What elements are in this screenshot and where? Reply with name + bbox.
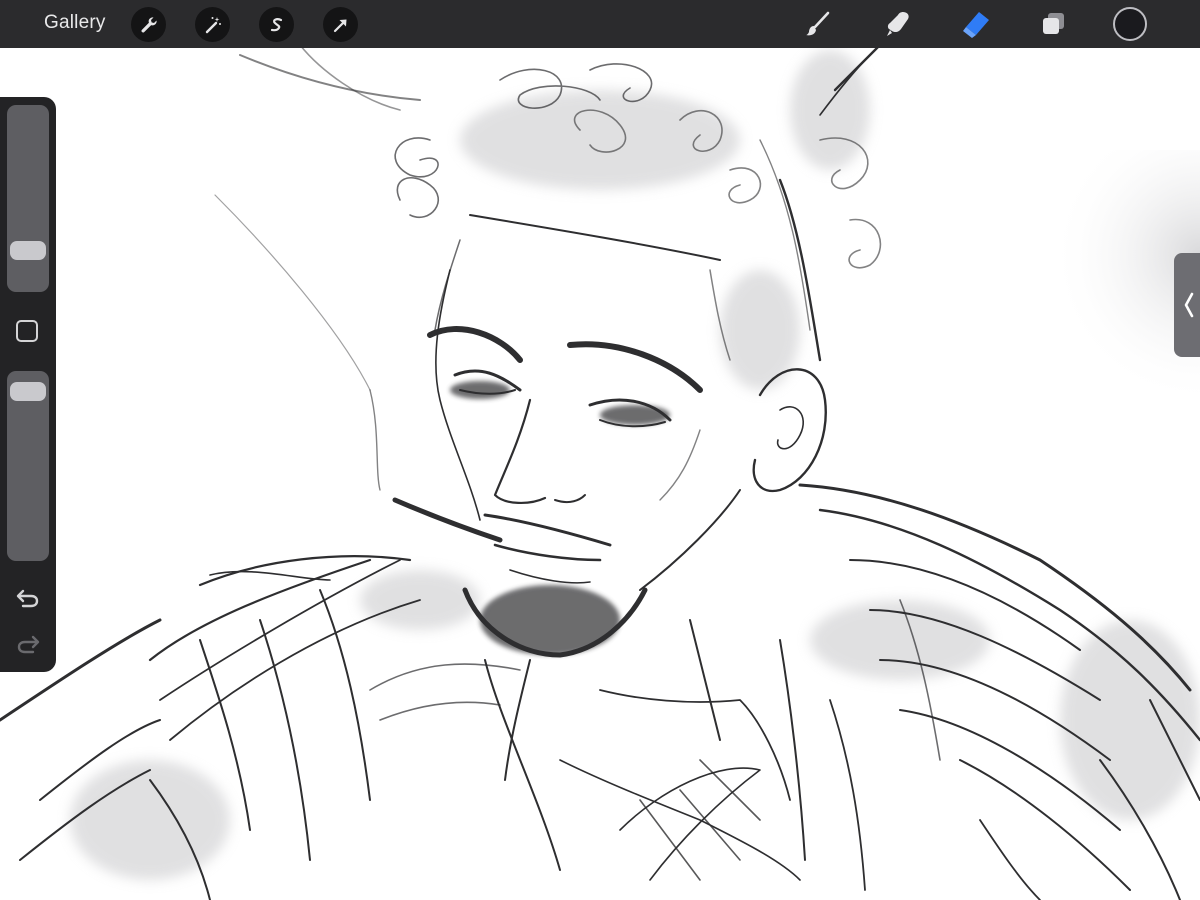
brush-size-slider-thumb[interactable] — [10, 241, 46, 261]
opacity-slider-thumb[interactable] — [10, 382, 46, 402]
redo-icon[interactable] — [14, 632, 42, 656]
selection-s-icon — [270, 17, 282, 31]
undo-icon[interactable] — [14, 586, 42, 610]
opacity-slider[interactable] — [7, 371, 49, 561]
paint-button[interactable] — [800, 6, 836, 42]
sidebar-toggle-tab[interactable] — [1174, 253, 1200, 357]
procreate-app: Gallery — [0, 0, 1200, 900]
layers-icon — [1043, 13, 1064, 34]
drawing-canvas[interactable] — [0, 0, 1200, 900]
eraser-icon — [963, 12, 989, 38]
brush-icon — [806, 11, 830, 36]
layers-button[interactable] — [1035, 6, 1071, 42]
left-sidebar — [0, 97, 56, 672]
color-picker-button[interactable] — [1113, 7, 1147, 41]
adjustments-button[interactable] — [195, 7, 230, 42]
selection-button[interactable] — [259, 7, 294, 42]
chevron-left-icon — [1184, 292, 1194, 318]
actions-button[interactable] — [131, 7, 166, 42]
magic-wand-icon — [205, 16, 221, 33]
wrench-icon — [141, 16, 157, 32]
brush-size-slider[interactable] — [7, 105, 49, 292]
erase-button[interactable] — [958, 6, 994, 42]
modify-button[interactable] — [16, 320, 38, 342]
gallery-button[interactable]: Gallery — [44, 12, 106, 34]
top-toolbar: Gallery — [0, 0, 1200, 48]
smudge-finger-icon — [887, 12, 909, 36]
arrow-cursor-icon — [333, 19, 346, 32]
smudge-button[interactable] — [880, 6, 916, 42]
sketch-artwork — [0, 43, 1200, 900]
transform-button[interactable] — [323, 7, 358, 42]
